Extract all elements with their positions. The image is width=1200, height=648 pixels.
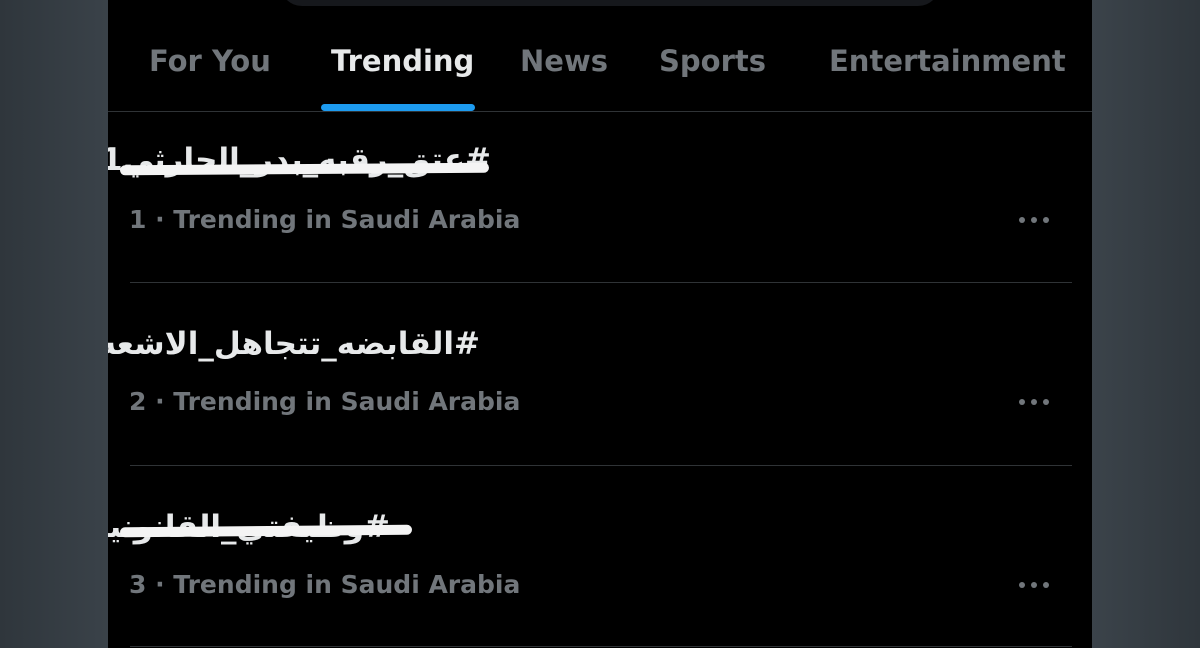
- trend-meta: 1 · Trending in Saudi Arabia: [129, 205, 521, 234]
- more-horizontal-icon[interactable]: [1014, 387, 1054, 417]
- trend-item-2[interactable]: #القابضه_تتجاهل_الاشعه 2 · Trending in S…: [108, 283, 1092, 465]
- tab-entertainment[interactable]: Entertainment: [829, 40, 1066, 82]
- tab-trending[interactable]: Trending: [331, 40, 474, 82]
- trend-divider: [130, 646, 1072, 647]
- active-tab-indicator: [321, 104, 475, 111]
- trend-item-3[interactable]: #وظيفتي_القانونيه 3 · Trending in Saudi …: [108, 466, 1092, 648]
- background-left: [0, 0, 108, 648]
- trend-meta: 3 · Trending in Saudi Arabia: [129, 570, 521, 599]
- trend-item-1[interactable]: #عتق_رقبه_بدر_الحارثي11 1 · Trending in …: [108, 112, 1092, 294]
- tab-sports[interactable]: Sports: [659, 40, 766, 82]
- explore-tab-bar: For You Trending News Sports Entertainme…: [108, 0, 1092, 112]
- background-right: [1092, 0, 1200, 648]
- trend-meta: 2 · Trending in Saudi Arabia: [129, 387, 521, 416]
- trend-hashtag: #القابضه_تتجاهل_الاشعه: [108, 326, 480, 362]
- more-horizontal-icon[interactable]: [1014, 570, 1054, 600]
- tab-news[interactable]: News: [520, 40, 608, 82]
- phone-screen: For You Trending News Sports Entertainme…: [108, 0, 1092, 648]
- tab-for-you[interactable]: For You: [149, 40, 271, 82]
- more-horizontal-icon[interactable]: [1014, 205, 1054, 235]
